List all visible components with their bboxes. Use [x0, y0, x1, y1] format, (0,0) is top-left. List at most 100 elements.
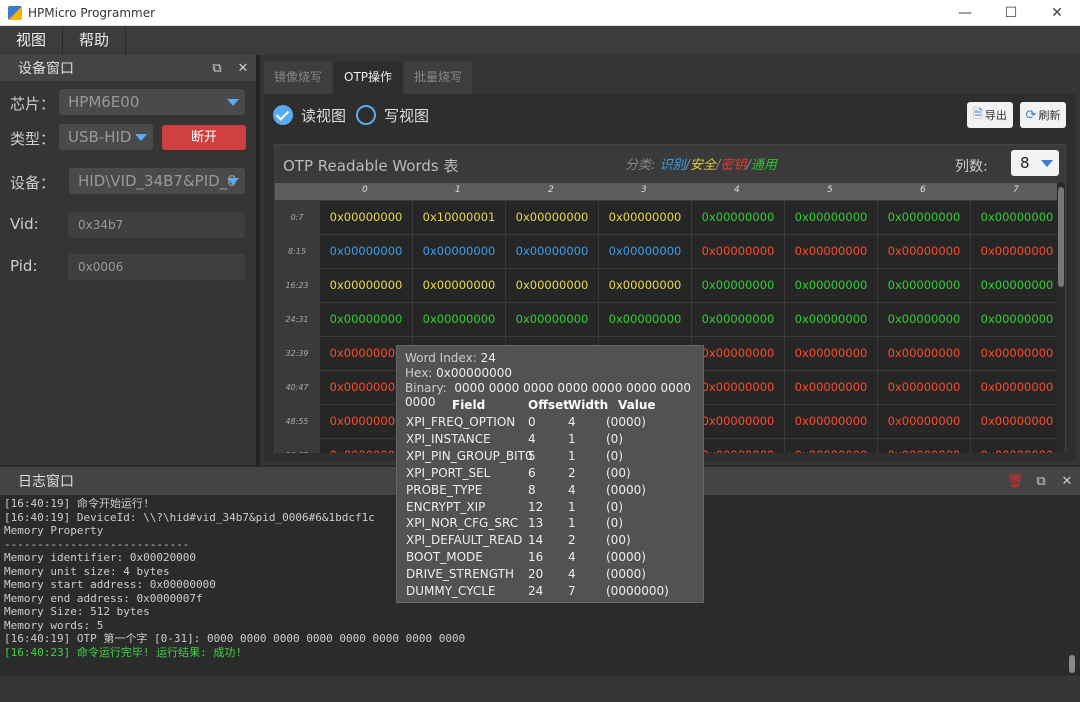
- scrollbar-thumb[interactable]: [1069, 655, 1075, 673]
- otp-word-cell[interactable]: 0x00000000: [692, 439, 784, 453]
- otp-word-cell[interactable]: 0x00000000: [320, 303, 412, 336]
- trash-icon[interactable]: 🗑: [1002, 474, 1028, 489]
- otp-word-cell[interactable]: 0x00000000: [692, 371, 784, 404]
- tooltip-column-header: Offset: [528, 398, 569, 412]
- device-select[interactable]: HID\VID_34B7&PID_0: [69, 168, 245, 194]
- refresh-button[interactable]: ⟳ 刷新: [1020, 102, 1066, 128]
- otp-word-cell[interactable]: 0x00000000: [599, 235, 691, 268]
- disconnect-button[interactable]: 断开: [162, 125, 246, 150]
- otp-word-cell[interactable]: 0x00000000: [599, 303, 691, 336]
- chip-select[interactable]: HPM6E00: [59, 89, 245, 115]
- tab-otp[interactable]: OTP操作: [334, 61, 403, 94]
- otp-word-cell[interactable]: 0x00000000: [971, 303, 1059, 336]
- otp-word-cell[interactable]: 0x00000000: [692, 269, 784, 302]
- otp-word-cell[interactable]: 0x00000000: [971, 371, 1059, 404]
- otp-word-cell[interactable]: 0x00000000: [785, 405, 877, 438]
- otp-word-cell[interactable]: 0x00000000: [785, 269, 877, 302]
- otp-word-cell[interactable]: 0x00000000: [413, 303, 505, 336]
- otp-word-cell[interactable]: 0x00000000: [971, 405, 1059, 438]
- otp-word-cell[interactable]: 0x00000000: [506, 269, 598, 302]
- menu-help[interactable]: 帮助: [63, 26, 127, 55]
- minimize-button[interactable]: —: [942, 0, 988, 26]
- otp-word-cell[interactable]: 0x00000000: [320, 235, 412, 268]
- device-label: 设备：: [10, 174, 56, 192]
- otp-word-cell[interactable]: 0x00000000: [599, 201, 691, 234]
- type-label: 类型：: [10, 130, 56, 148]
- otp-word-cell[interactable]: 0x00000000: [320, 201, 412, 234]
- otp-word-cell[interactable]: 0x00000000: [785, 201, 877, 234]
- otp-word-cell[interactable]: 0x00000000: [785, 371, 877, 404]
- otp-word-cell[interactable]: 0x00000000: [878, 201, 970, 234]
- tab-batch-flash[interactable]: 批量烧写: [404, 61, 473, 94]
- tooltip-cell: 1: [568, 499, 576, 514]
- vid-label: Vid:: [10, 215, 39, 233]
- otp-word-cell[interactable]: 0x00000000: [692, 405, 784, 438]
- tooltip-column-header: Field: [452, 398, 486, 412]
- chevron-down-icon: [227, 178, 239, 185]
- export-button[interactable]: 🗎 导出: [967, 102, 1013, 128]
- otp-word-cell[interactable]: 0x00000000: [413, 235, 505, 268]
- otp-word-cell[interactable]: 0x00000000: [878, 371, 970, 404]
- otp-grid-scrollbar[interactable]: [1057, 183, 1065, 453]
- otp-word-cell[interactable]: 0x00000000: [785, 235, 877, 268]
- otp-word-cell[interactable]: 0x00000000: [692, 337, 784, 370]
- tooltip-column-header: Value: [618, 398, 656, 412]
- tooltip-cell: 1: [568, 516, 576, 531]
- otp-word-cell[interactable]: 0x00000000: [971, 337, 1059, 370]
- close-icon[interactable]: ✕: [1054, 474, 1080, 489]
- tooltip-cell: (0): [606, 431, 623, 446]
- otp-word-cell[interactable]: 0x00000000: [692, 235, 784, 268]
- otp-word-cell[interactable]: 0x00000000: [320, 269, 412, 302]
- type-select[interactable]: USB-HID: [59, 124, 153, 150]
- table-row: 0:7 0x00000000 0x10000001 0x00000000 0x00000…: [275, 201, 1059, 234]
- column-header: 6: [920, 185, 926, 195]
- otp-word-cell[interactable]: 0x00000000: [692, 201, 784, 234]
- tooltip-cell: XPI_DEFAULT_READ: [406, 533, 523, 548]
- tooltip-hex: Hex: 0x00000000: [405, 366, 512, 380]
- tooltip-cell: (0000): [606, 550, 646, 565]
- columns-select[interactable]: 8: [1011, 150, 1059, 176]
- column-header: 2: [548, 185, 554, 195]
- maximize-button[interactable]: ☐: [988, 0, 1034, 26]
- column-header: 4: [734, 185, 740, 195]
- chevron-down-icon: [1041, 160, 1053, 167]
- otp-word-cell[interactable]: 0x00000000: [971, 235, 1059, 268]
- log-scrollbar[interactable]: [1068, 497, 1076, 677]
- undock-icon[interactable]: ⧉: [1028, 474, 1054, 489]
- menu-view[interactable]: 视图: [0, 26, 64, 55]
- tab-image-flash[interactable]: 镜像烧写: [264, 61, 333, 94]
- otp-word-cell[interactable]: 0x00000000: [878, 337, 970, 370]
- otp-word-cell[interactable]: 0x00000000: [971, 201, 1059, 234]
- otp-word-cell[interactable]: 0x00000000: [506, 303, 598, 336]
- scrollbar-thumb[interactable]: [1058, 187, 1064, 287]
- tooltip-cell: 16: [528, 550, 544, 565]
- column-header: 0: [362, 185, 368, 195]
- undock-icon[interactable]: ⧉: [204, 61, 230, 76]
- category-prefix: 分类:: [625, 158, 660, 173]
- write-view-radio[interactable]: [356, 105, 376, 125]
- otp-word-cell[interactable]: 0x00000000: [971, 439, 1059, 453]
- otp-word-cell[interactable]: 0x00000000: [506, 235, 598, 268]
- otp-word-cell[interactable]: 0x00000000: [599, 269, 691, 302]
- otp-word-cell[interactable]: 0x00000000: [878, 235, 970, 268]
- tooltip-cell: 6: [528, 465, 536, 480]
- otp-word-cell[interactable]: 0x00000000: [971, 269, 1059, 302]
- otp-word-cell[interactable]: 0x00000000: [785, 337, 877, 370]
- otp-word-cell[interactable]: 0x00000000: [878, 405, 970, 438]
- otp-word-cell[interactable]: 0x00000000: [785, 439, 877, 453]
- tooltip-cell: 4: [568, 415, 576, 429]
- otp-word-cell[interactable]: 0x00000000: [692, 303, 784, 336]
- otp-word-cell[interactable]: 0x10000001: [413, 201, 505, 234]
- otp-word-cell[interactable]: 0x00000000: [413, 269, 505, 302]
- otp-word-cell[interactable]: 0x00000000: [878, 439, 970, 453]
- otp-word-cell[interactable]: 0x00000000: [785, 303, 877, 336]
- row-label: 16:23: [275, 269, 319, 302]
- tab-bar: 镜像烧写 OTP操作 批量烧写: [264, 61, 474, 94]
- otp-word-cell[interactable]: 0x00000000: [878, 269, 970, 302]
- otp-word-cell[interactable]: 0x00000000: [506, 201, 598, 234]
- tooltip-cell: (0000): [606, 567, 646, 582]
- close-icon[interactable]: ✕: [230, 61, 256, 76]
- close-button[interactable]: ✕: [1034, 0, 1080, 26]
- otp-word-cell[interactable]: 0x00000000: [878, 303, 970, 336]
- read-view-radio[interactable]: [273, 105, 293, 125]
